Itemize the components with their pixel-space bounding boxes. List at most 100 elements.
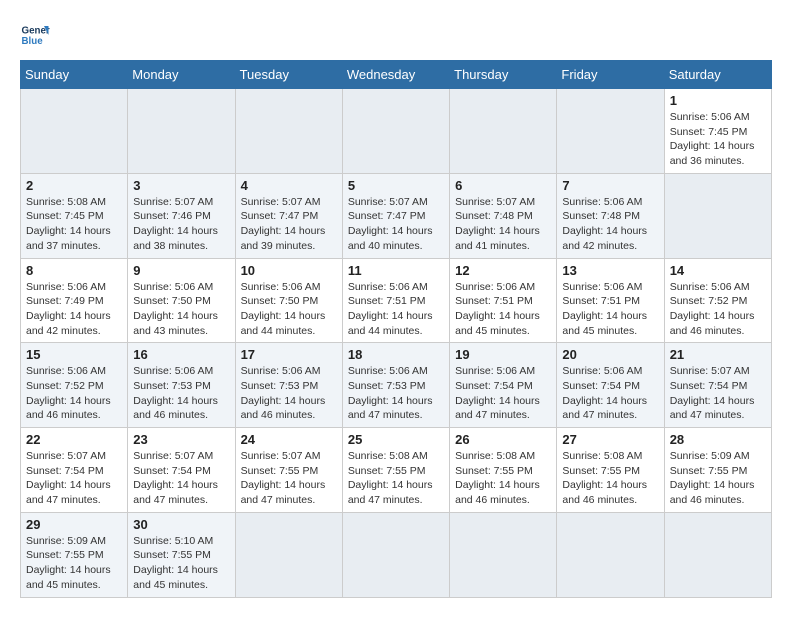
calendar-day-cell: 12 Sunrise: 5:06 AMSunset: 7:51 PMDayligh…	[450, 258, 557, 343]
day-info: Sunrise: 5:06 AMSunset: 7:49 PMDaylight:…	[26, 280, 122, 339]
day-info: Sunrise: 5:07 AMSunset: 7:55 PMDaylight:…	[241, 449, 337, 508]
day-number: 1	[670, 93, 766, 108]
calendar-day-cell	[235, 512, 342, 597]
calendar-day-cell: 29Sunrise: 5:09 AMSunset: 7:55 PMDayligh…	[21, 512, 128, 597]
day-info: Sunrise: 5:07 AMSunset: 7:54 PMDaylight:…	[133, 449, 229, 508]
day-number: 21	[670, 347, 766, 362]
day-info: Sunrise: 5:08 AMSunset: 7:55 PMDaylight:…	[562, 449, 658, 508]
calendar-week-row: 22 Sunrise: 5:07 AMSunset: 7:54 PMDayligh…	[21, 428, 772, 513]
day-info: Sunrise: 5:08 AMSunset: 7:55 PMDaylight:…	[455, 449, 551, 508]
day-info: Sunrise: 5:08 AMSunset: 7:55 PMDaylight:…	[348, 449, 444, 508]
day-number: 11	[348, 263, 444, 278]
weekday-header: Saturday	[664, 61, 771, 89]
calendar-day-cell: 9 Sunrise: 5:06 AMSunset: 7:50 PMDaylight…	[128, 258, 235, 343]
day-number: 2	[26, 178, 122, 193]
calendar-day-cell: 8Sunrise: 5:06 AMSunset: 7:49 PMDaylight…	[21, 258, 128, 343]
calendar-table: SundayMondayTuesdayWednesdayThursdayFrid…	[20, 60, 772, 598]
day-info: Sunrise: 5:06 AMSunset: 7:53 PMDaylight:…	[133, 364, 229, 423]
day-number: 30	[133, 517, 229, 532]
day-info: Sunrise: 5:07 AMSunset: 7:47 PMDaylight:…	[241, 195, 337, 254]
day-number: 5	[348, 178, 444, 193]
day-number: 14	[670, 263, 766, 278]
day-info: Sunrise: 5:07 AMSunset: 7:47 PMDaylight:…	[348, 195, 444, 254]
day-number: 22	[26, 432, 122, 447]
calendar-day-cell: 27 Sunrise: 5:08 AMSunset: 7:55 PMDayligh…	[557, 428, 664, 513]
calendar-day-cell	[21, 89, 128, 174]
weekday-header: Monday	[128, 61, 235, 89]
calendar-day-cell: 13 Sunrise: 5:06 AMSunset: 7:51 PMDayligh…	[557, 258, 664, 343]
weekday-header: Sunday	[21, 61, 128, 89]
day-number: 26	[455, 432, 551, 447]
weekday-header: Thursday	[450, 61, 557, 89]
day-info: Sunrise: 5:09 AMSunset: 7:55 PMDaylight:…	[670, 449, 766, 508]
day-info: Sunrise: 5:08 AMSunset: 7:45 PMDaylight:…	[26, 195, 122, 254]
calendar-day-cell: 28 Sunrise: 5:09 AMSunset: 7:55 PMDayligh…	[664, 428, 771, 513]
day-number: 19	[455, 347, 551, 362]
calendar-day-cell	[664, 512, 771, 597]
calendar-day-cell: 5 Sunrise: 5:07 AMSunset: 7:47 PMDaylight…	[342, 173, 449, 258]
calendar-week-row: 1Sunrise: 5:06 AMSunset: 7:45 PMDaylight…	[21, 89, 772, 174]
day-info: Sunrise: 5:06 AMSunset: 7:52 PMDaylight:…	[26, 364, 122, 423]
day-info: Sunrise: 5:06 AMSunset: 7:54 PMDaylight:…	[562, 364, 658, 423]
calendar-week-row: 2 Sunrise: 5:08 AMSunset: 7:45 PMDaylight…	[21, 173, 772, 258]
day-info: Sunrise: 5:06 AMSunset: 7:54 PMDaylight:…	[455, 364, 551, 423]
calendar-day-cell: 30 Sunrise: 5:10 AMSunset: 7:55 PMDayligh…	[128, 512, 235, 597]
day-number: 10	[241, 263, 337, 278]
day-number: 20	[562, 347, 658, 362]
day-number: 13	[562, 263, 658, 278]
calendar-day-cell: 18Sunrise: 5:06 AMSunset: 7:53 PMDayligh…	[342, 343, 449, 428]
day-info: Sunrise: 5:06 AMSunset: 7:50 PMDaylight:…	[241, 280, 337, 339]
day-number: 17	[241, 347, 337, 362]
day-number: 29	[26, 517, 122, 532]
calendar-day-cell: 26 Sunrise: 5:08 AMSunset: 7:55 PMDayligh…	[450, 428, 557, 513]
weekday-header: Wednesday	[342, 61, 449, 89]
day-number: 12	[455, 263, 551, 278]
calendar-day-cell: 10 Sunrise: 5:06 AMSunset: 7:50 PMDayligh…	[235, 258, 342, 343]
calendar-day-cell	[342, 89, 449, 174]
day-info: Sunrise: 5:07 AMSunset: 7:54 PMDaylight:…	[670, 364, 766, 423]
calendar-day-cell: 4 Sunrise: 5:07 AMSunset: 7:47 PMDaylight…	[235, 173, 342, 258]
day-number: 28	[670, 432, 766, 447]
calendar-day-cell: 14 Sunrise: 5:06 AMSunset: 7:52 PMDayligh…	[664, 258, 771, 343]
svg-text:Blue: Blue	[22, 36, 44, 47]
calendar-day-cell: 22Sunrise: 5:07 AMSunset: 7:54 PMDayligh…	[21, 428, 128, 513]
calendar-day-cell	[235, 89, 342, 174]
day-number: 15	[26, 347, 122, 362]
calendar-day-cell: 20 Sunrise: 5:06 AMSunset: 7:54 PMDayligh…	[557, 343, 664, 428]
day-number: 3	[133, 178, 229, 193]
calendar-day-cell	[557, 512, 664, 597]
calendar-day-cell: 24 Sunrise: 5:07 AMSunset: 7:55 PMDayligh…	[235, 428, 342, 513]
day-info: Sunrise: 5:06 AMSunset: 7:51 PMDaylight:…	[562, 280, 658, 339]
day-info: Sunrise: 5:06 AMSunset: 7:50 PMDaylight:…	[133, 280, 229, 339]
day-info: Sunrise: 5:06 AMSunset: 7:51 PMDaylight:…	[455, 280, 551, 339]
calendar-day-cell	[128, 89, 235, 174]
day-number: 9	[133, 263, 229, 278]
calendar-day-cell: 17 Sunrise: 5:06 AMSunset: 7:53 PMDayligh…	[235, 343, 342, 428]
day-info: Sunrise: 5:06 AMSunset: 7:53 PMDaylight:…	[348, 364, 444, 423]
calendar-day-cell	[342, 512, 449, 597]
calendar-day-cell: 11Sunrise: 5:06 AMSunset: 7:51 PMDayligh…	[342, 258, 449, 343]
calendar-week-row: 29Sunrise: 5:09 AMSunset: 7:55 PMDayligh…	[21, 512, 772, 597]
page-header: General Blue	[20, 20, 772, 50]
logo: General Blue	[20, 20, 50, 50]
calendar-week-row: 15 Sunrise: 5:06 AMSunset: 7:52 PMDayligh…	[21, 343, 772, 428]
day-info: Sunrise: 5:06 AMSunset: 7:53 PMDaylight:…	[241, 364, 337, 423]
weekday-header: Tuesday	[235, 61, 342, 89]
day-info: Sunrise: 5:07 AMSunset: 7:48 PMDaylight:…	[455, 195, 551, 254]
weekday-header-row: SundayMondayTuesdayWednesdayThursdayFrid…	[21, 61, 772, 89]
day-info: Sunrise: 5:10 AMSunset: 7:55 PMDaylight:…	[133, 534, 229, 593]
day-number: 27	[562, 432, 658, 447]
day-number: 16	[133, 347, 229, 362]
calendar-day-cell: 1Sunrise: 5:06 AMSunset: 7:45 PMDaylight…	[664, 89, 771, 174]
day-number: 24	[241, 432, 337, 447]
day-number: 4	[241, 178, 337, 193]
calendar-week-row: 8Sunrise: 5:06 AMSunset: 7:49 PMDaylight…	[21, 258, 772, 343]
calendar-day-cell: 16 Sunrise: 5:06 AMSunset: 7:53 PMDayligh…	[128, 343, 235, 428]
day-info: Sunrise: 5:07 AMSunset: 7:46 PMDaylight:…	[133, 195, 229, 254]
day-info: Sunrise: 5:06 AMSunset: 7:52 PMDaylight:…	[670, 280, 766, 339]
day-number: 7	[562, 178, 658, 193]
day-info: Sunrise: 5:06 AMSunset: 7:48 PMDaylight:…	[562, 195, 658, 254]
calendar-day-cell: 21 Sunrise: 5:07 AMSunset: 7:54 PMDayligh…	[664, 343, 771, 428]
calendar-day-cell: 15 Sunrise: 5:06 AMSunset: 7:52 PMDayligh…	[21, 343, 128, 428]
calendar-day-cell: 3 Sunrise: 5:07 AMSunset: 7:46 PMDaylight…	[128, 173, 235, 258]
